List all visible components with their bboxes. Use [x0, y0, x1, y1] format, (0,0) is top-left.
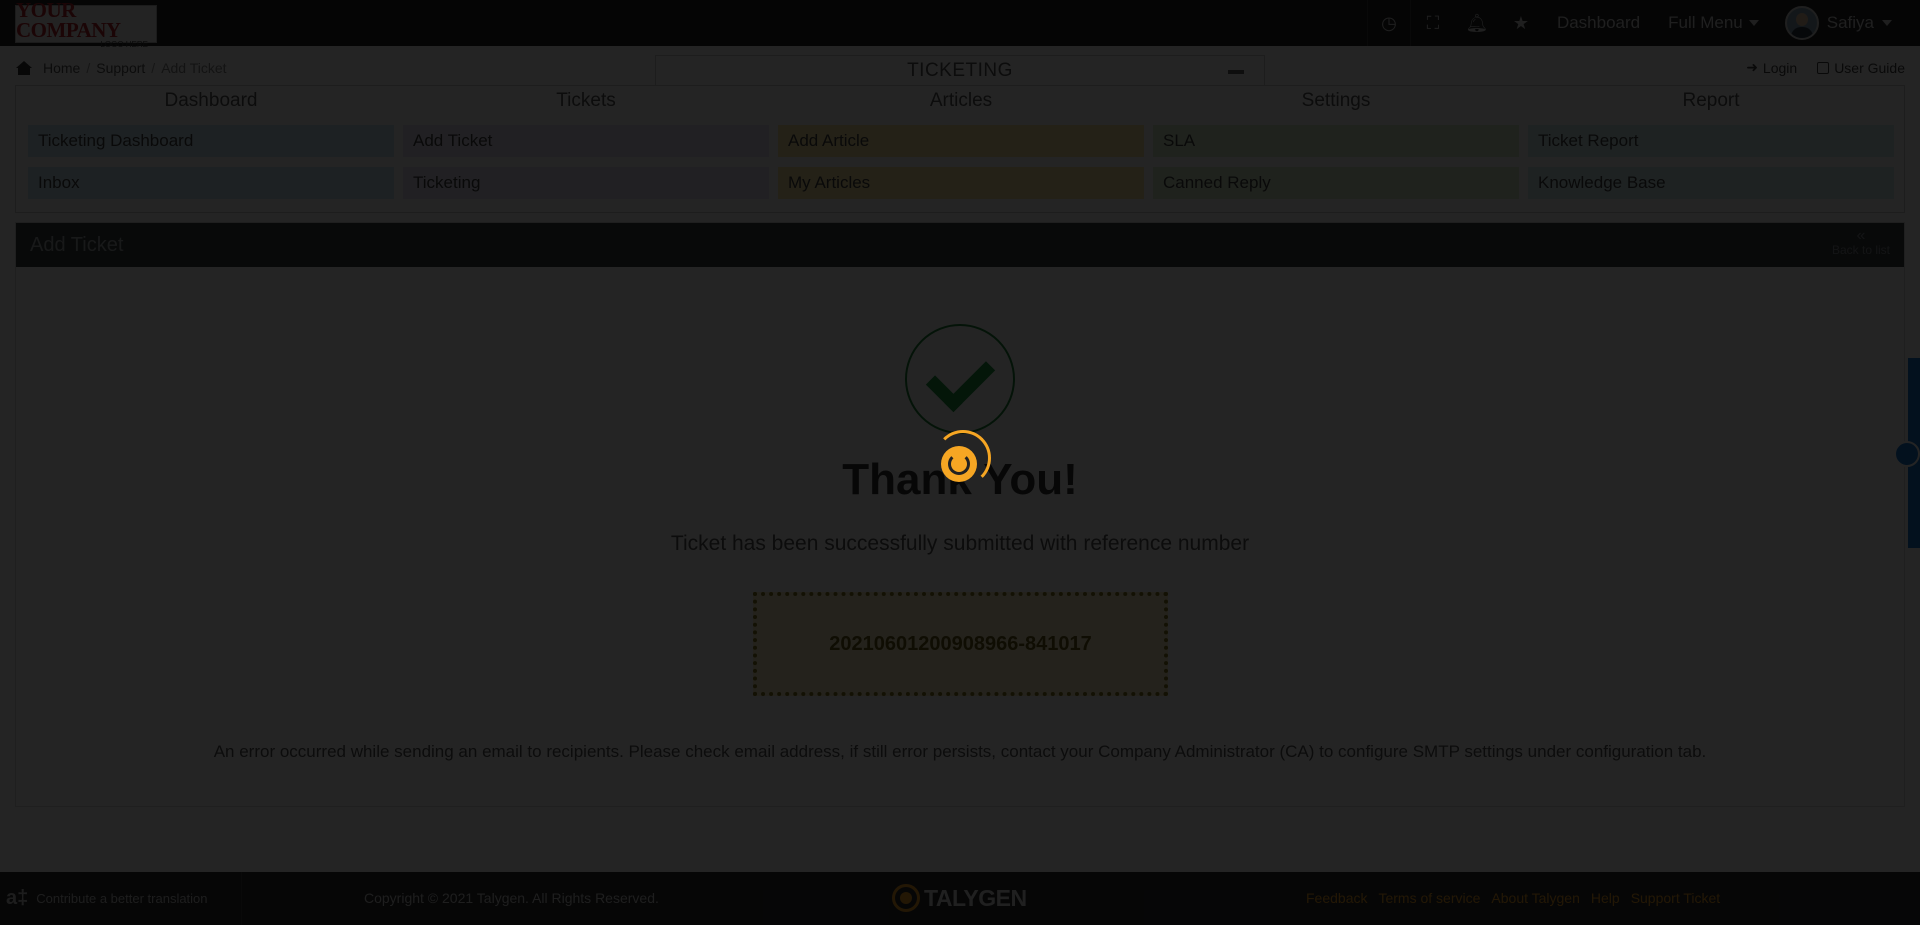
translate-button[interactable]: a‡ Contribute a better translation: [0, 872, 242, 925]
top-links-right: ➜ Login User Guide: [1746, 59, 1905, 76]
menu-column-tickets: Tickets Add Ticket Ticketing: [403, 86, 769, 199]
menu-item-canned-reply[interactable]: Canned Reply: [1153, 167, 1519, 199]
logo-sub-text: LOGO HERE: [100, 39, 148, 49]
footer-link-feedback[interactable]: Feedback: [1306, 890, 1367, 906]
menu-item-sla[interactable]: SLA: [1153, 125, 1519, 157]
footer-link-about[interactable]: About Talygen: [1491, 890, 1579, 906]
avatar[interactable]: [1784, 6, 1819, 40]
ticketing-menu-panel: Dashboard Ticketing Dashboard Inbox Tick…: [15, 85, 1905, 213]
footer-link-help[interactable]: Help: [1591, 890, 1620, 906]
copyright-text: Copyright © 2021 Talygen. All Rights Res…: [364, 890, 659, 906]
add-ticket-section: Add Ticket « Back to list: [15, 222, 1905, 807]
menu-column-settings: Settings SLA Canned Reply: [1153, 86, 1519, 199]
menu-item-add-ticket[interactable]: Add Ticket: [403, 125, 769, 157]
company-logo[interactable]: YOUR COMPANY LOGO HERE: [15, 0, 157, 49]
full-menu-label: Full Menu: [1668, 13, 1743, 32]
fullscreen-icon[interactable]: ⛶: [1411, 0, 1455, 46]
brand-name: TALYGEN: [924, 884, 1027, 911]
ticketing-panel-title: TICKETING: [655, 55, 1265, 85]
menu-item-my-articles[interactable]: My Articles: [778, 167, 1144, 199]
loading-spinner-core: [941, 446, 977, 482]
menu-column-dashboard: Dashboard Ticketing Dashboard Inbox: [28, 86, 394, 199]
menu-item-ticketing-dashboard[interactable]: Ticketing Dashboard: [28, 125, 394, 157]
breadcrumb: Home / Support / Add Ticket: [15, 60, 227, 76]
top-bar: YOUR COMPANY LOGO HERE ◷ ⛶ 🔔︎ ★ Dashboar…: [0, 0, 1920, 49]
login-icon: ➜: [1746, 59, 1758, 75]
double-chevron-left-icon: «: [1856, 227, 1866, 244]
footer-link-terms[interactable]: Terms of service: [1378, 890, 1480, 906]
panel-title-text: TICKETING: [907, 59, 1013, 81]
login-label: Login: [1762, 59, 1798, 76]
menu-item-knowledge-base[interactable]: Knowledge Base: [1528, 167, 1894, 199]
back-to-list-button[interactable]: « Back to list: [1831, 227, 1890, 258]
reference-number: 20210601200908966-841017: [829, 632, 1092, 655]
menu-heading: Dashboard: [164, 89, 258, 111]
chevron-down-icon: [1882, 20, 1892, 26]
star-icon[interactable]: ★: [1499, 0, 1543, 46]
breadcrumb-separator: /: [86, 60, 91, 76]
menu-heading: Report: [1682, 89, 1740, 111]
section-header: Add Ticket « Back to list: [16, 223, 1904, 267]
menu-heading: Settings: [1301, 89, 1371, 111]
top-right-nav: ◷ ⛶ 🔔︎ ★ Dashboard Full Menu Safiya: [1366, 0, 1920, 46]
side-panel-toggle-icon[interactable]: [1894, 441, 1920, 467]
breadcrumb-separator: /: [151, 60, 156, 76]
chevron-down-icon: [1748, 20, 1759, 26]
user-name: Safiya: [1826, 13, 1874, 32]
collapse-icon[interactable]: [1228, 70, 1244, 74]
menu-item-ticketing[interactable]: Ticketing: [403, 167, 769, 199]
breadcrumb-home[interactable]: Home: [43, 60, 80, 76]
menu-column-report: Report Ticket Report Knowledge Base: [1528, 86, 1894, 199]
menu-item-ticket-report[interactable]: Ticket Report: [1528, 125, 1894, 157]
menu-item-inbox[interactable]: Inbox: [28, 167, 394, 199]
home-icon[interactable]: [15, 61, 33, 75]
check-icon: [905, 324, 1015, 434]
talygen-logo: TALYGEN: [892, 884, 1027, 912]
email-error-message: An error occurred while sending an email…: [213, 742, 1707, 761]
menu-heading: Tickets: [556, 89, 616, 111]
clock-icon[interactable]: ◷: [1366, 0, 1411, 46]
menu-item-add-article[interactable]: Add Article: [778, 125, 1144, 157]
breadcrumb-support[interactable]: Support: [96, 60, 145, 76]
back-to-list-label: Back to list: [1831, 243, 1890, 257]
success-message: Ticket has been successfully submitted w…: [670, 532, 1250, 555]
translate-icon: a‡: [6, 887, 29, 909]
user-guide-icon: [1817, 61, 1830, 74]
dashboard-link[interactable]: Dashboard: [1543, 13, 1654, 33]
footer-link-support-ticket[interactable]: Support Ticket: [1631, 890, 1721, 906]
full-menu-dropdown[interactable]: Full Menu: [1654, 13, 1773, 33]
menu-column-articles: Articles Add Article My Articles: [778, 86, 1144, 199]
user-guide-link[interactable]: User Guide: [1817, 59, 1905, 76]
talygen-logo-icon: [892, 884, 920, 912]
breadcrumb-current: Add Ticket: [161, 60, 227, 76]
user-guide-label: User Guide: [1834, 59, 1905, 76]
translate-label: Contribute a better translation: [36, 891, 208, 906]
section-title: Add Ticket: [30, 233, 124, 256]
footer-links: Feedback Terms of service About Talygen …: [1306, 890, 1720, 906]
bell-icon[interactable]: 🔔︎: [1455, 0, 1499, 46]
logo-main-text: YOUR COMPANY: [16, 0, 121, 42]
footer: a‡ Contribute a better translation Copyr…: [0, 872, 1920, 925]
user-menu[interactable]: Safiya: [1819, 13, 1920, 33]
menu-heading: Articles: [929, 89, 993, 111]
login-link[interactable]: ➜ Login: [1746, 59, 1797, 76]
reference-number-box: 20210601200908966-841017: [753, 592, 1168, 696]
